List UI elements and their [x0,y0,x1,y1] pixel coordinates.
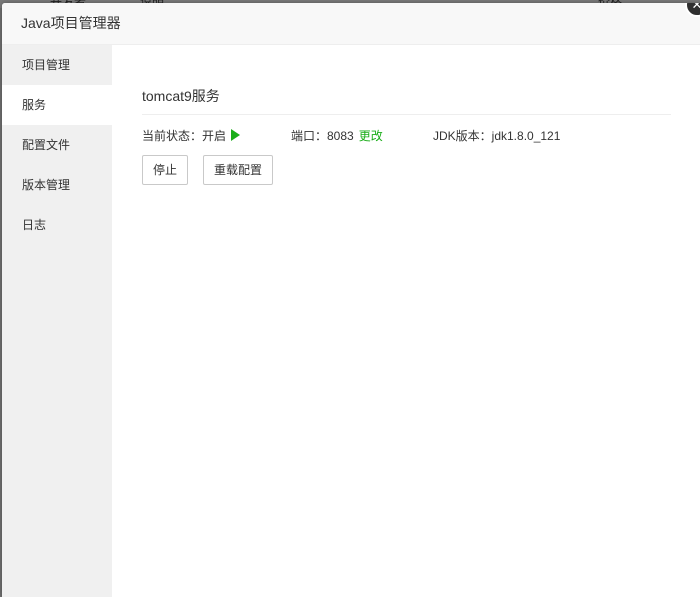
sidebar: 项目管理 服务 配置文件 版本管理 日志 [2,45,112,597]
dialog-header: Java项目管理器 [2,3,700,45]
sidebar-item-label: 项目管理 [22,58,71,72]
service-panel: tomcat9服务 当前状态：开启 端口：8083 更改 JDK版本：jdk1.8… [112,45,700,597]
sidebar-item-config-files[interactable]: 配置文件 [2,125,112,165]
service-info-row: 当前状态：开启 端口：8083 更改 JDK版本：jdk1.8.0_121 [142,127,682,143]
sidebar-item-project-management[interactable]: 项目管理 [2,45,112,85]
page: 开发者 说明 价格 Java项目管理器 项目管理 服务 配置文件 版本管理 [0,0,700,597]
play-icon [231,129,241,141]
sidebar-item-label: 配置文件 [22,138,71,152]
reload-config-button[interactable]: 重载配置 [203,155,274,185]
status-info: 当前状态：开启 [142,127,241,144]
change-port-link[interactable]: 更改 [359,129,383,143]
sidebar-item-logs[interactable]: 日志 [2,205,112,245]
dialog-title: Java项目管理器 [21,15,121,31]
sidebar-item-version-management[interactable]: 版本管理 [2,165,112,205]
port-info: 端口：8083 更改 [291,127,383,144]
java-project-manager-dialog: Java项目管理器 项目管理 服务 配置文件 版本管理 日志 tomcat9服务… [2,3,700,597]
sidebar-item-service[interactable]: 服务 [2,85,112,125]
sidebar-item-label: 日志 [22,218,47,232]
sidebar-item-label: 服务 [22,98,47,112]
port-label: 端口：8083 [291,129,354,143]
sidebar-item-label: 版本管理 [22,178,71,192]
status-label: 当前状态：开启 [142,129,227,143]
stop-button[interactable]: 停止 [142,155,189,185]
jdk-info: JDK版本：jdk1.8.0_121 [433,127,560,144]
service-title: tomcat9服务 [142,86,671,115]
jdk-version-label: JDK版本：jdk1.8.0_121 [433,129,561,143]
dialog-body: 项目管理 服务 配置文件 版本管理 日志 tomcat9服务 当前状态：开启 端… [2,45,700,597]
